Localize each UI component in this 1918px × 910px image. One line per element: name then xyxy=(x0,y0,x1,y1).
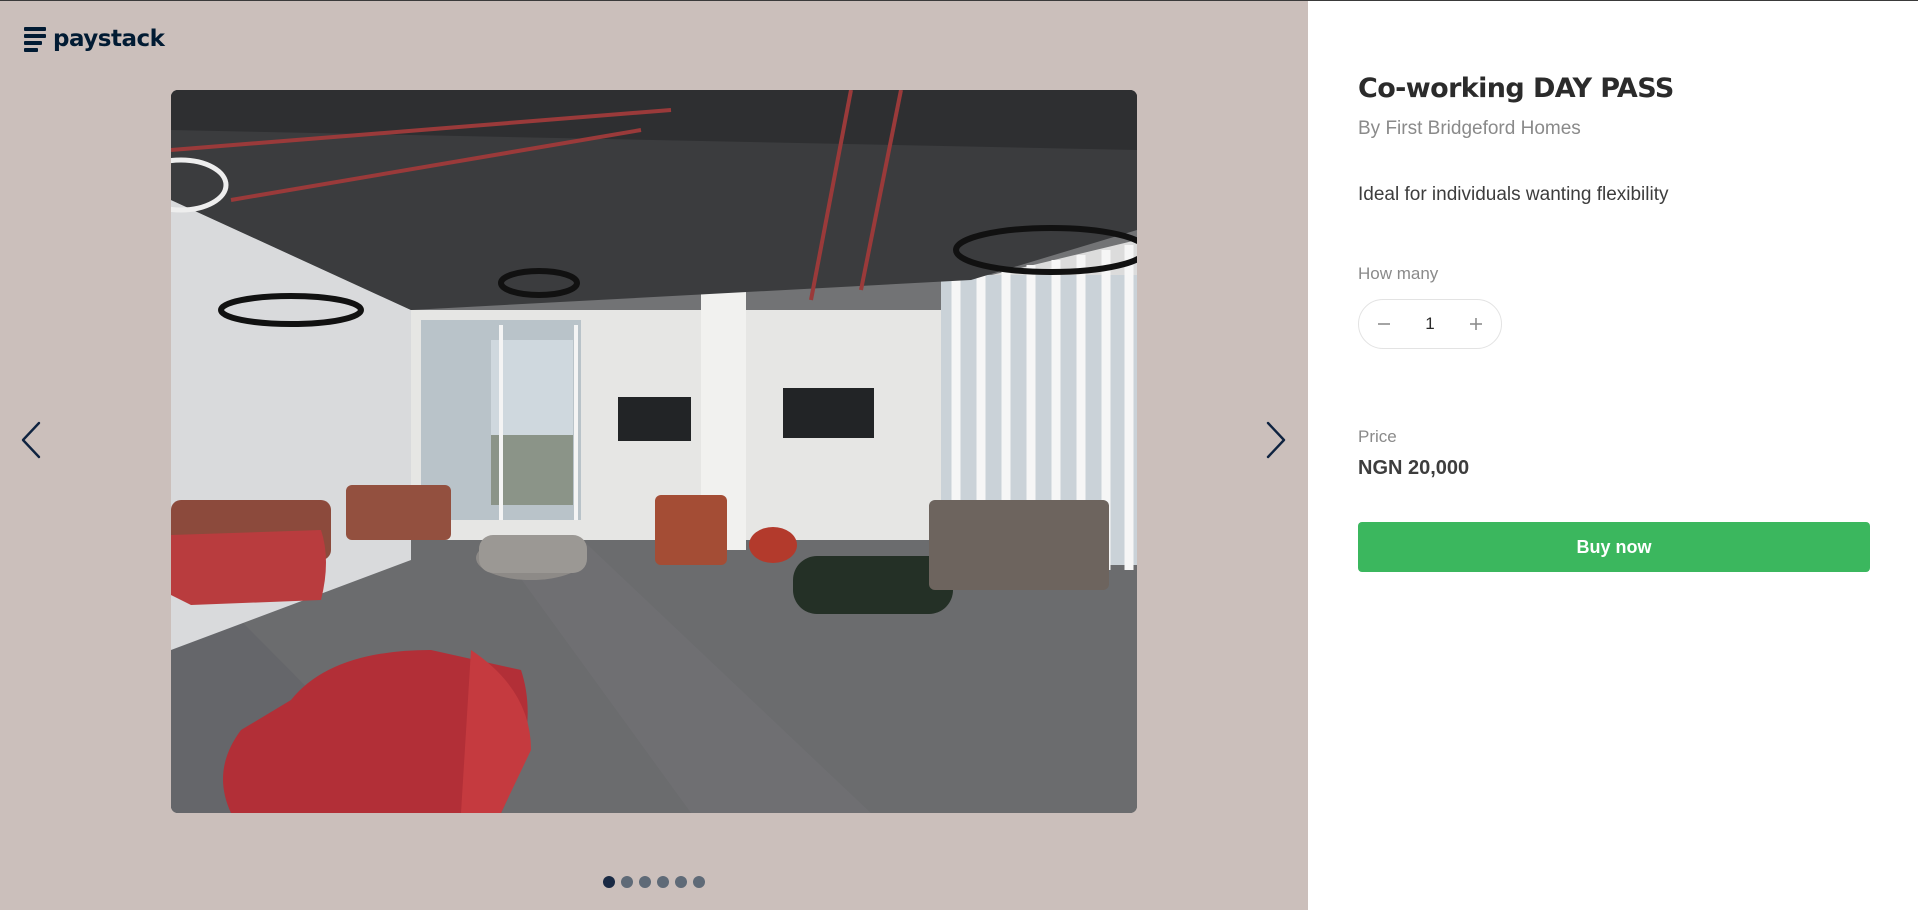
chevron-left-icon xyxy=(21,421,41,459)
buy-now-button[interactable]: Buy now xyxy=(1358,522,1870,572)
next-slide-button[interactable] xyxy=(1261,418,1291,462)
product-gallery: paystack xyxy=(0,1,1308,910)
coworking-lounge-image xyxy=(171,90,1137,813)
slide-dot-3[interactable] xyxy=(639,876,651,888)
paystack-stacked-bars-icon xyxy=(24,26,46,52)
slide-dot-2[interactable] xyxy=(621,876,633,888)
previous-slide-button[interactable] xyxy=(16,418,46,462)
quantity-stepper: 1 xyxy=(1358,299,1502,349)
product-details: Co-working DAY PASS By First Bridgeford … xyxy=(1308,1,1918,910)
chevron-right-icon xyxy=(1266,421,1286,459)
quantity-value[interactable]: 1 xyxy=(1410,314,1450,334)
slide-dot-6[interactable] xyxy=(693,876,705,888)
price-value: NGN 20,000 xyxy=(1358,457,1470,479)
slide-dot-5[interactable] xyxy=(675,876,687,888)
increment-button[interactable] xyxy=(1463,311,1489,337)
product-title: Co-working DAY PASS xyxy=(1358,73,1674,104)
seller-name: By First Bridgeford Homes xyxy=(1358,118,1581,139)
decrement-button[interactable] xyxy=(1371,311,1397,337)
brand-name: paystack xyxy=(53,26,165,52)
quantity-label: How many xyxy=(1358,264,1439,283)
product-description: Ideal for individuals wanting flexibilit… xyxy=(1358,184,1669,205)
paystack-logo[interactable]: paystack xyxy=(24,26,165,52)
slide-indicators xyxy=(603,876,705,888)
slide-dot-1[interactable] xyxy=(603,876,615,888)
plus-icon xyxy=(1470,318,1482,330)
slide-dot-4[interactable] xyxy=(657,876,669,888)
price-label: Price xyxy=(1358,427,1397,446)
product-photo xyxy=(171,90,1137,813)
minus-icon xyxy=(1378,323,1390,325)
